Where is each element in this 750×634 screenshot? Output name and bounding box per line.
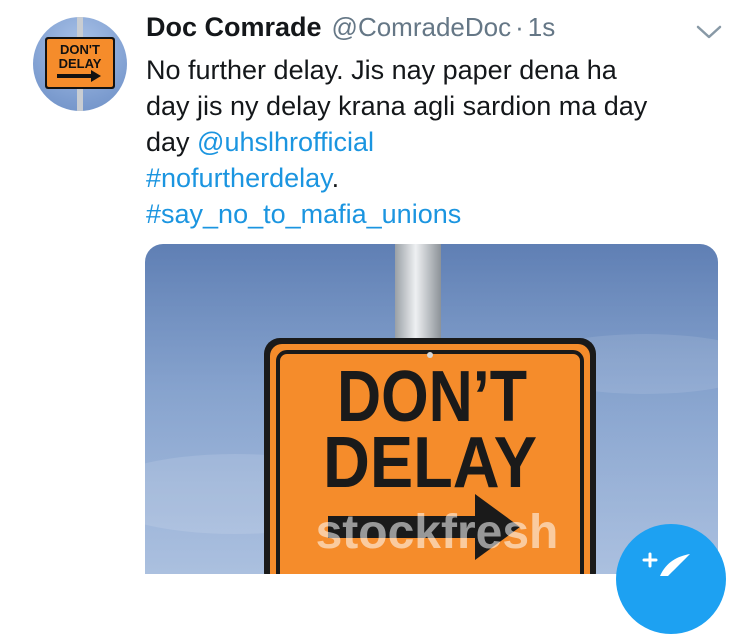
tweet-text-line: No further delay. Jis nay paper dena ha <box>146 55 617 85</box>
dont-delay-sign-image: DON’T DELAY stockfresh <box>145 244 718 574</box>
avatar[interactable]: DON'T DELAY <box>33 17 127 111</box>
avatar-sign-line1: DON'T <box>60 42 100 57</box>
tweet-text: No further delay. Jis nay paper dena ha … <box>146 52 731 232</box>
author-handle[interactable]: @ComradeDoc <box>332 12 512 43</box>
avatar-dont-delay-sign: DON'T DELAY <box>45 17 115 111</box>
mention-link[interactable]: @uhslhrofficial <box>197 127 374 157</box>
tweet-header: Doc Comrade @ComradeDoc · 1s <box>146 12 555 50</box>
compose-tweet-button[interactable] <box>616 524 726 634</box>
avatar-sign-line2: DELAY <box>59 56 102 71</box>
tweet-media-image[interactable]: DON’T DELAY stockfresh <box>145 244 718 574</box>
media-sign-line2: DELAY <box>323 423 537 503</box>
author-name[interactable]: Doc Comrade <box>146 12 322 43</box>
header-separator: · <box>515 12 524 42</box>
compose-tweet-icon <box>642 552 690 576</box>
hashtag-link[interactable]: #say_no_to_mafia_unions <box>146 199 461 229</box>
chevron-down-icon[interactable] <box>694 22 724 42</box>
tweet-text-line: day jis ny delay krana agli sardion ma d… <box>146 91 648 121</box>
hashtag-suffix: . <box>331 163 340 193</box>
hashtag-line: #say_no_to_mafia_unions <box>146 196 731 232</box>
hashtag-line: #nofurtherdelay. <box>146 160 731 196</box>
tweet-timestamp[interactable]: 1s <box>528 12 555 43</box>
stockfresh-watermark: stockfresh <box>316 506 559 559</box>
hashtag-link[interactable]: #nofurtherdelay <box>146 163 332 193</box>
tweet[interactable]: DON'T DELAY Doc Comrade @ComradeDoc · 1s… <box>0 0 750 634</box>
tweet-text-line: day @uhslhrofficial <box>146 127 375 157</box>
